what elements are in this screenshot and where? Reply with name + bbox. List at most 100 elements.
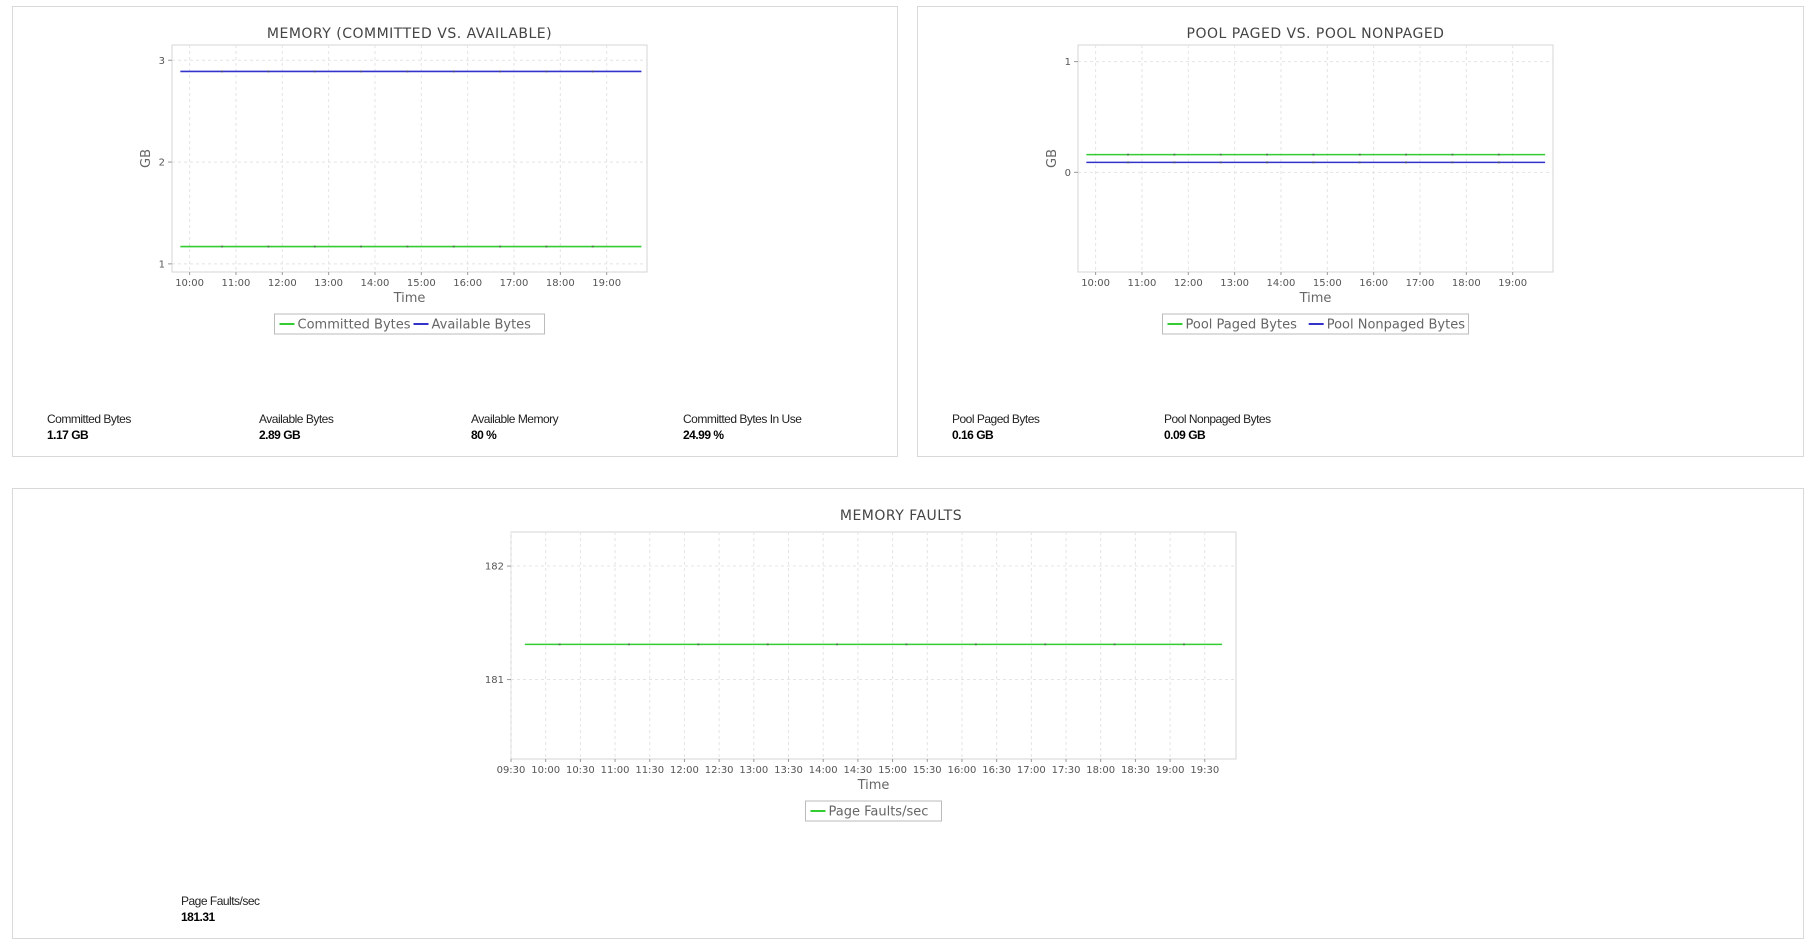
stat-value: 24.99 % — [683, 428, 724, 442]
series-marker — [591, 70, 594, 73]
x-axis-label: Time — [393, 291, 426, 306]
x-axis-label: Time — [1299, 291, 1332, 306]
plot-area — [171, 44, 648, 273]
y-tick-label: 3 — [159, 56, 165, 67]
x-tick-label: 17:00 — [500, 278, 529, 289]
x-tick-label: 11:00 — [601, 765, 630, 776]
x-tick-label: 18:30 — [1121, 765, 1150, 776]
series-marker — [1219, 153, 1222, 156]
x-tick-label: 15:00 — [878, 765, 907, 776]
x-tick-label: 18:00 — [546, 278, 575, 289]
series-marker — [360, 70, 363, 73]
memory-chart: MEMORY (COMMITTED VS. AVAILABLE) 10:00 11:… — [139, 26, 648, 335]
x-tick-label: 16:00 — [453, 278, 482, 289]
x-tick-label: 10:30 — [566, 765, 595, 776]
series-marker — [452, 70, 455, 73]
x-tick-label: 14:30 — [843, 765, 872, 776]
stat-committed-bytes-in-use: Committed Bytes In Use 24.99 % — [683, 412, 883, 442]
stat-label: Page Faults/sec — [181, 894, 260, 908]
x-tick-label: 16:00 — [1359, 278, 1388, 289]
y-tick-label: 2 — [159, 158, 165, 169]
series-marker — [267, 70, 270, 73]
series-marker — [1358, 161, 1361, 164]
x-tick-label: 11:30 — [635, 765, 664, 776]
faults-chart: MEMORY FAULTS 09:30 10:00 10:30 11:00 11:30 12… — [485, 508, 1237, 822]
x-tick-label: 15:30 — [913, 765, 942, 776]
legend-label: Page Faults/sec — [829, 805, 929, 820]
series-marker — [499, 70, 502, 73]
stat-pool-paged-bytes: Pool Paged Bytes 0.16 GB — [952, 412, 1152, 442]
x-tick-label: 12:00 — [670, 765, 699, 776]
legend-label: Committed Bytes — [298, 318, 411, 333]
series-marker — [1173, 153, 1176, 156]
series-marker — [499, 245, 502, 248]
x-tick-label: 18:00 — [1086, 765, 1115, 776]
pool-chart: POOL PAGED VS. POOL NONPAGED 10:00 11:00 12… — [1045, 26, 1554, 335]
series-marker — [1497, 153, 1500, 156]
series-marker — [1451, 153, 1454, 156]
series-marker — [836, 643, 839, 646]
x-tick-label: 16:00 — [948, 765, 977, 776]
x-tick-label: 10:00 — [1081, 278, 1110, 289]
stat-available-memory: Available Memory 80 % — [471, 412, 671, 442]
x-tick-label: 12:00 — [1174, 278, 1203, 289]
series-marker — [766, 643, 769, 646]
memory-faults-panel: MEMORY FAULTS 09:30 10:00 10:30 11:00 11:30 12… — [12, 488, 1804, 939]
series-marker — [905, 643, 908, 646]
stat-label: Committed Bytes — [47, 412, 131, 426]
x-tick-label: 10:00 — [531, 765, 560, 776]
x-tick-label: 19:00 — [592, 278, 621, 289]
x-tick-label: 15:00 — [407, 278, 436, 289]
stat-label: Committed Bytes In Use — [683, 412, 802, 426]
y-tick-label: 1 — [159, 259, 165, 270]
series-marker — [313, 70, 316, 73]
y-tick-label: 1 — [1065, 57, 1071, 68]
x-tick-label: 13:00 — [739, 765, 768, 776]
series-marker — [697, 643, 700, 646]
series-marker — [1312, 161, 1315, 164]
series-marker — [627, 643, 630, 646]
series-marker — [1173, 161, 1176, 164]
series-marker — [1044, 643, 1047, 646]
x-tick-label: 15:00 — [1313, 278, 1342, 289]
x-tick-label: 16:30 — [982, 765, 1011, 776]
x-tick-label: 14:00 — [361, 278, 390, 289]
x-axis-label: Time — [857, 778, 890, 793]
x-tick-label: 14:00 — [1267, 278, 1296, 289]
stat-pool-nonpaged-bytes: Pool Nonpaged Bytes 0.09 GB — [1164, 412, 1364, 442]
series-marker — [1127, 161, 1130, 164]
x-tick-label: 09:30 — [497, 765, 526, 776]
stat-value: 0.16 GB — [952, 428, 994, 442]
x-tick-label: 17:00 — [1017, 765, 1046, 776]
series-marker — [1497, 161, 1500, 164]
x-tick-label: 13:00 — [1220, 278, 1249, 289]
series-marker — [591, 245, 594, 248]
series-marker — [1219, 161, 1222, 164]
y-tick-label: 0 — [1065, 168, 1071, 179]
x-tick-label: 13:00 — [314, 278, 343, 289]
plot-area — [1077, 44, 1554, 273]
stat-label: Available Memory — [471, 412, 559, 426]
series-marker — [1358, 153, 1361, 156]
series-marker — [1127, 153, 1130, 156]
stat-available-bytes: Available Bytes 2.89 GB — [259, 412, 459, 442]
x-tick-label: 12:00 — [268, 278, 297, 289]
series-marker — [221, 245, 224, 248]
series-marker — [545, 70, 548, 73]
series-marker — [267, 245, 270, 248]
chart-title: MEMORY FAULTS — [840, 508, 962, 524]
legend: Committed Bytes Available Bytes — [274, 313, 545, 335]
x-tick-label: 11:00 — [1128, 278, 1157, 289]
series-marker — [406, 245, 409, 248]
x-tick-label: 18:00 — [1452, 278, 1481, 289]
series-marker — [1266, 153, 1269, 156]
y-axis-label: GB — [1045, 149, 1060, 168]
series-marker — [221, 70, 224, 73]
series-marker — [360, 245, 363, 248]
series-marker — [1451, 161, 1454, 164]
y-axis-label: GB — [139, 149, 154, 168]
stat-value: 181.31 — [181, 910, 215, 924]
x-tick-label: 11:00 — [222, 278, 251, 289]
legend: Pool Paged Bytes Pool Nonpaged Bytes — [1162, 313, 1469, 335]
series-marker — [558, 643, 561, 646]
